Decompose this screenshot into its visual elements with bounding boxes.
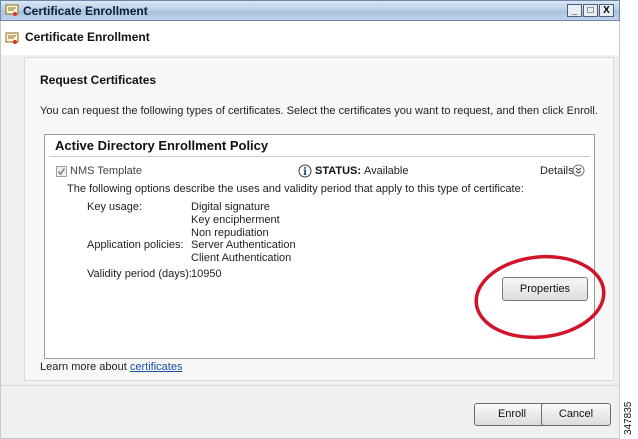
close-button[interactable]: X	[599, 4, 614, 17]
key-usage-value: Non repudiation	[191, 227, 269, 239]
learn-more-text: Learn more about certificates	[40, 361, 182, 373]
certificate-description: The following options describe the uses …	[67, 183, 524, 195]
wizard-header: Certificate Enrollment	[0, 21, 620, 55]
checkmark-icon	[57, 168, 66, 176]
status-value: Available	[364, 165, 409, 177]
window-title: Certificate Enrollment	[23, 4, 148, 18]
key-usage-value: Key encipherment	[191, 214, 280, 226]
info-icon: i	[298, 164, 312, 178]
certificate-name[interactable]: NMS Template	[70, 165, 142, 177]
certificate-icon	[5, 32, 19, 44]
minimize-button[interactable]: _	[567, 4, 582, 17]
title-bar: Certificate Enrollment _ □ X	[0, 0, 620, 21]
figure-id-text: 347835	[623, 401, 634, 435]
maximize-button[interactable]: □	[583, 4, 598, 17]
app-policies-label: Application policies:	[87, 239, 184, 251]
properties-button[interactable]: Properties	[502, 277, 588, 301]
expand-chevron-icon[interactable]	[572, 164, 585, 177]
key-usage-value: Digital signature	[191, 201, 270, 213]
header-title: Certificate Enrollment	[25, 30, 150, 44]
validity-label: Validity period (days):	[87, 268, 192, 280]
app-policy-value: Server Authentication	[191, 239, 296, 251]
key-usage-label: Key usage:	[87, 201, 143, 213]
validity-value: 10950	[191, 268, 222, 280]
status-label: STATUS:	[315, 165, 362, 177]
policy-title: Active Directory Enrollment Policy	[55, 138, 269, 153]
certificates-link[interactable]: certificates	[130, 361, 183, 373]
enroll-button[interactable]: Enroll	[474, 403, 550, 426]
app-policy-value: Client Authentication	[191, 252, 292, 264]
instructions-text: You can request the following types of c…	[40, 105, 598, 117]
section-title: Request Certificates	[40, 73, 157, 87]
learn-more-label: Learn more about	[40, 361, 130, 373]
certificate-checkbox[interactable]	[56, 166, 67, 177]
wizard-footer: Enroll Cancel	[0, 385, 620, 439]
enrollment-policy-box: Active Directory Enrollment Policy NMS T…	[44, 134, 595, 359]
cancel-button[interactable]: Cancel	[541, 403, 611, 426]
certificate-icon	[5, 4, 19, 16]
figure-id: 347835	[622, 401, 636, 435]
details-toggle[interactable]: Details	[540, 165, 574, 177]
svg-text:i: i	[303, 167, 307, 178]
policy-divider	[49, 156, 590, 157]
